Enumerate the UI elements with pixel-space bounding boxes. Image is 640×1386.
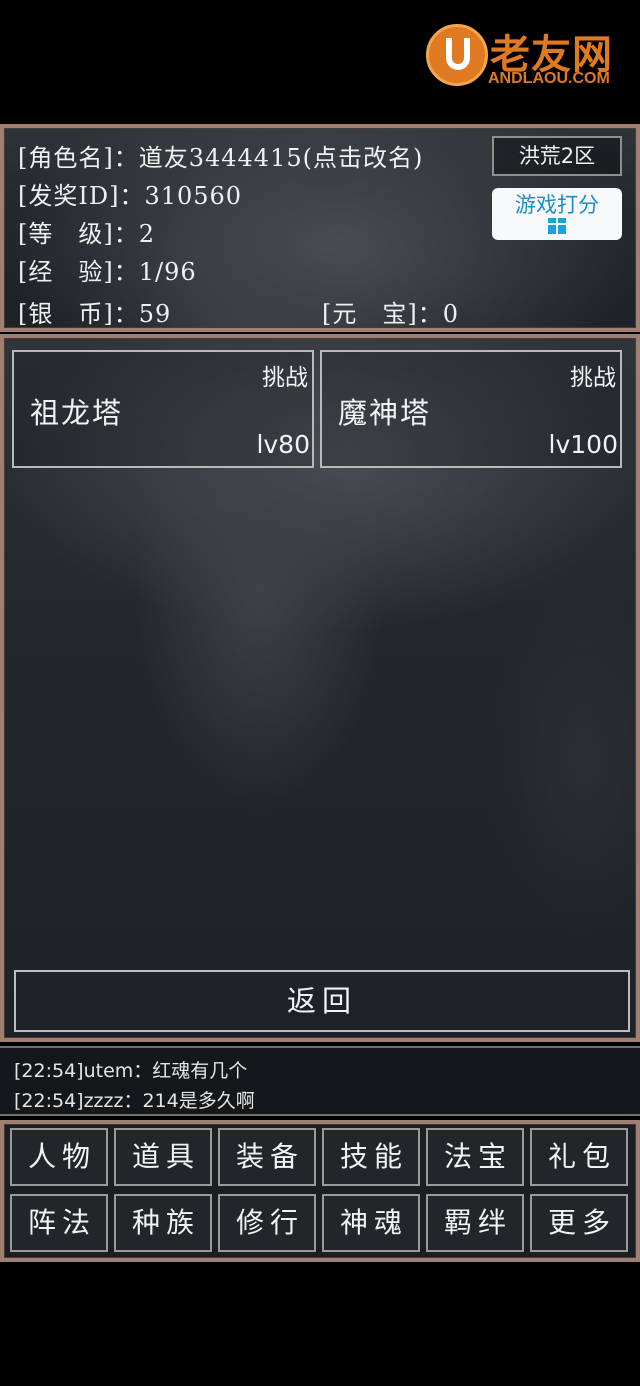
tower-level: lv100 [548,430,618,459]
tower-challenge-label: 挑战 [570,365,616,391]
watermark-url: ANDLAOU.COM [488,70,610,87]
chat-message: [22:54]utem：红魂有几个 [14,1060,248,1082]
menu-formation[interactable]: 阵法 [10,1194,108,1252]
tower-card-moshen[interactable]: 挑战 魔神塔 lv100 [320,350,622,468]
tower-name: 魔神塔 [338,396,432,430]
tower-challenge-label: 挑战 [262,365,308,391]
menu-equipment[interactable]: 装备 [218,1128,316,1186]
back-button[interactable]: 返回 [14,970,630,1032]
chat-box[interactable]: [22:54]utem：红魂有几个 [22:54]zzzz：214是多久啊 [0,1046,640,1116]
rate-game-button[interactable]: 游戏打分 [492,188,622,240]
menu-bonds[interactable]: 羁绊 [426,1194,524,1252]
logo-icon [426,24,488,86]
menu-treasure[interactable]: 法宝 [426,1128,524,1186]
player-gold-row: [元 宝]：0 [322,300,459,328]
player-exp-row: [经 验]：1/96 [18,258,197,286]
server-zone-button[interactable]: 洪荒2区 [492,136,622,176]
player-name-row[interactable]: [角色名]：道友3444415(点击改名) [18,138,423,173]
tower-name: 祖龙塔 [30,396,124,430]
gift-icon [548,218,566,234]
player-info-panel: [角色名]：道友3444415(点击改名) [发奖ID]：310560 [等 级… [0,124,640,332]
player-level-row: [等 级]：2 [18,220,155,248]
menu-skills[interactable]: 技能 [322,1128,420,1186]
tower-panel: 挑战 祖龙塔 lv80 挑战 魔神塔 lv100 返回 [0,334,640,1042]
menu-divine-soul[interactable]: 神魂 [322,1194,420,1252]
player-silver-row: [银 币]：59 [18,300,172,328]
tower-level: lv80 [256,430,310,459]
tower-card-zulong[interactable]: 挑战 祖龙塔 lv80 [12,350,314,468]
watermark-logo: 老友网 ANDLAOU.COM [418,20,618,90]
menu-more[interactable]: 更多 [530,1194,628,1252]
main-menu: 人物 道具 装备 技能 法宝 礼包 阵法 种族 修行 神魂 羁绊 更多 [0,1120,640,1262]
menu-gift-pack[interactable]: 礼包 [530,1128,628,1186]
chat-message: [22:54]zzzz：214是多久啊 [14,1090,255,1112]
menu-cultivation[interactable]: 修行 [218,1194,316,1252]
menu-character[interactable]: 人物 [10,1128,108,1186]
rate-game-label: 游戏打分 [515,193,599,217]
player-id-row: [发奖ID]：310560 [18,182,243,210]
menu-items[interactable]: 道具 [114,1128,212,1186]
menu-race[interactable]: 种族 [114,1194,212,1252]
